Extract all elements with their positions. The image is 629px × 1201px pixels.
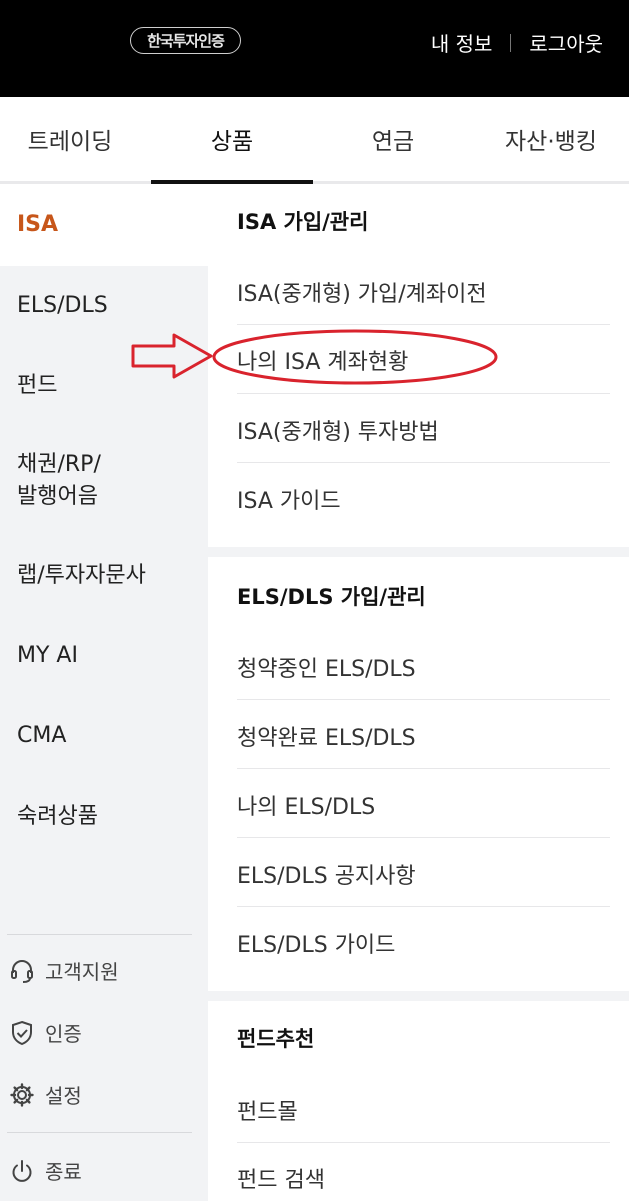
menu-item-my-isa-account[interactable]: 나의 ISA 계좌현황 xyxy=(237,344,408,376)
menu-divider xyxy=(237,462,610,463)
menu-item-fund-search[interactable]: 펀드 검색 xyxy=(237,1162,325,1194)
header-divider xyxy=(510,33,512,52)
settings-link[interactable]: 설정 xyxy=(9,1080,82,1109)
certificate-label: 인증 xyxy=(45,1022,82,1046)
tab-products[interactable]: 상품 xyxy=(151,97,313,181)
menu-divider xyxy=(237,393,610,394)
sidebar-item-fund[interactable]: 펀드 xyxy=(0,346,208,426)
menu-divider xyxy=(237,324,610,325)
sidebar-item-cooling-off[interactable]: 숙려상품 xyxy=(0,776,208,858)
exit-label: 종료 xyxy=(45,1160,82,1184)
sidebar-item-my-ai[interactable]: MY AI xyxy=(0,616,208,696)
menu-item-my-els[interactable]: 나의 ELS/DLS xyxy=(237,789,375,821)
menu-divider xyxy=(237,699,610,700)
top-header: 한국투자인증 내 정보 로그아웃 xyxy=(0,0,629,97)
sidebar-divider xyxy=(7,934,192,935)
menu-divider xyxy=(237,1142,610,1143)
menu-item-els-subscribing[interactable]: 청약중인 ELS/DLS xyxy=(237,651,416,683)
sidebar-item-isa[interactable]: ISA xyxy=(0,184,208,266)
category-tabs: 트레이딩 상품 연금 자산·뱅킹 xyxy=(0,97,629,184)
sidebar-item-bond[interactable]: 채권/RP/ 발행어음 xyxy=(0,426,208,536)
tab-pension[interactable]: 연금 xyxy=(313,97,473,181)
section-separator xyxy=(208,547,629,557)
menu-item-els-guide[interactable]: ELS/DLS 가이드 xyxy=(237,927,395,959)
section-title-els-dls: ELS/DLS 가입/관리 xyxy=(237,585,426,609)
sidebar-item-els-dls[interactable]: ELS/DLS xyxy=(0,266,208,346)
customer-support-link[interactable]: 고객지원 xyxy=(9,956,119,985)
gear-icon xyxy=(10,1082,34,1107)
section-title-fund-recommend: 펀드추천 xyxy=(237,1027,315,1051)
menu-item-isa-join[interactable]: ISA(중개형) 가입/계좌이전 xyxy=(237,276,487,308)
auth-logo[interactable]: 한국투자인증 xyxy=(130,27,241,54)
sidebar-item-cma[interactable]: CMA xyxy=(0,696,208,776)
section-title-isa: ISA 가입/관리 xyxy=(237,210,369,234)
menu-item-isa-invest-method[interactable]: ISA(중개형) 투자방법 xyxy=(237,414,439,446)
menu-item-els-completed[interactable]: 청약완료 ELS/DLS xyxy=(237,720,416,752)
menu-divider xyxy=(237,768,610,769)
header-links: 내 정보 로그아웃 xyxy=(431,28,603,57)
sidebar-item-wrap[interactable]: 랩/투자자문사 xyxy=(0,536,208,616)
settings-label: 설정 xyxy=(45,1084,82,1108)
headset-icon xyxy=(11,959,33,983)
shield-check-icon xyxy=(12,1020,32,1045)
menu-item-els-notice[interactable]: ELS/DLS 공지사항 xyxy=(237,858,416,890)
menu-divider xyxy=(237,906,610,907)
menu-item-fund-mall[interactable]: 펀드몰 xyxy=(237,1094,298,1126)
my-info-link[interactable]: 내 정보 xyxy=(431,28,493,57)
exit-link[interactable]: 종료 xyxy=(9,1156,82,1185)
menu-item-isa-guide[interactable]: ISA 가이드 xyxy=(237,483,341,515)
power-icon xyxy=(12,1159,32,1182)
section-separator xyxy=(208,991,629,1001)
tab-asset-banking[interactable]: 자산·뱅킹 xyxy=(473,97,629,181)
certificate-link[interactable]: 인증 xyxy=(9,1018,82,1047)
sidebar-divider xyxy=(7,1132,192,1133)
logout-link[interactable]: 로그아웃 xyxy=(529,28,603,57)
menu-divider xyxy=(237,837,610,838)
tab-trading[interactable]: 트레이딩 xyxy=(0,97,140,181)
customer-support-label: 고객지원 xyxy=(45,960,119,984)
